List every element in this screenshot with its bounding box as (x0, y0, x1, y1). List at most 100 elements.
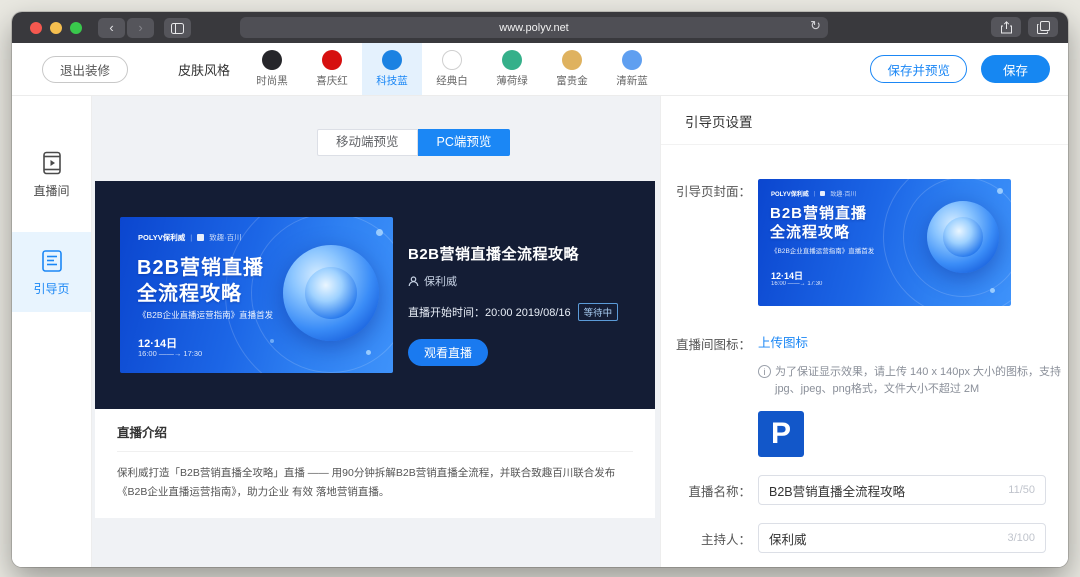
nav-item-label: 直播间 (33, 182, 69, 199)
address-bar[interactable]: www.polyv.net ↻ (240, 17, 828, 38)
banner-logos: POLYV保利威 | 致趣·百川 (138, 232, 242, 243)
watch-live-button[interactable]: 观看直播 (408, 339, 488, 366)
save-and-preview-button[interactable]: 保存并预览 (870, 55, 967, 83)
intro-body: 保利威打造「B2B营销直播全攻略」直播 —— 用90分钟拆解B2B营销直播全流程… (117, 464, 633, 502)
guide-cover-thumbnail[interactable]: POLYV保利威 | 致趣·百川 B2B营销直播 全流程攻略 《B2B企业直播运… (758, 179, 1011, 306)
polyv-logo: POLYV保利威 (138, 232, 185, 243)
swatch-mint-green[interactable]: 薄荷绿 (482, 43, 542, 95)
host-input[interactable]: 保利威 3/100 (758, 523, 1046, 553)
preview-hero: POLYV保利威 | 致趣·百川 B2B营销直播 全流程攻略 《B2B企业直播运… (95, 181, 655, 409)
tab-pc-preview[interactable]: PC端预览 (418, 129, 511, 156)
room-icon-label: 直播间图标： (661, 332, 751, 457)
url-text: www.polyv.net (499, 22, 569, 34)
swatch-color-dot (622, 50, 642, 70)
pc-preview-card: POLYV保利威 | 致趣·百川 B2B营销直播 全流程攻略 《B2B企业直播运… (95, 181, 655, 518)
room-icon-row: 直播间图标： 上传图标 i 为了保证显示效果，请上传 140 x 140px 大… (661, 332, 1068, 457)
zoom-window-button[interactable] (70, 22, 82, 34)
app-body: 直播间 引导页 移动端预览 PC端预览 (12, 96, 1068, 567)
stream-name-value: B2B营销直播全流程攻略 (769, 481, 1000, 500)
nav-item-guide-page[interactable]: 引导页 (12, 232, 91, 312)
swatch-label: 科技蓝 (376, 73, 408, 88)
reload-icon[interactable]: ↻ (810, 18, 821, 34)
banner-sphere-core (305, 267, 357, 319)
banner-title-line2: 全流程攻略 (770, 221, 850, 242)
banner-logos: POLYV保利威 | 致趣·百川 (771, 189, 856, 198)
intro-heading: 直播介绍 (117, 422, 633, 441)
browser-window: ‹ › www.polyv.net ↻ 退出装修 皮肤风格 时尚黑 (12, 12, 1068, 567)
partner-logo-icon (197, 234, 204, 241)
forward-button[interactable]: › (127, 18, 154, 38)
swatch-color-dot (262, 50, 282, 70)
nav-item-label: 引导页 (33, 280, 69, 297)
preview-device-tabs: 移动端预览 PC端预览 (317, 129, 510, 156)
preview-area: 移动端预览 PC端预览 POLYV保利威 | (92, 96, 660, 567)
banner-title-line2: 全流程攻略 (137, 277, 242, 306)
stream-name-counter: 11/50 (1008, 484, 1035, 496)
room-icon-preview: P (758, 411, 804, 457)
stream-info: B2B营销直播全流程攻略 保利威 直播开始时间：20:00 2019/08/16… (408, 243, 639, 366)
stream-start-row: 直播开始时间：20:00 2019/08/16 等待中 (408, 303, 639, 321)
swatch-color-dot (442, 50, 462, 70)
banner-subtitle: 《B2B企业直播运营指南》直播首发 (771, 245, 874, 255)
partner-logo: 致趣·百川 (830, 189, 856, 198)
traffic-lights (30, 22, 82, 34)
swatch-fresh-blue[interactable]: 清新蓝 (602, 43, 662, 95)
host-counter: 3/100 (1007, 532, 1035, 544)
polyv-logo: POLYV保利威 (771, 189, 809, 198)
stream-host-row: 保利威 (408, 273, 639, 289)
banner-dot (990, 288, 995, 293)
intro-divider (117, 451, 633, 452)
stream-title: B2B营销直播全流程攻略 (408, 243, 639, 264)
sidebar-toggle-icon[interactable] (164, 18, 191, 38)
stream-name-row: 直播名称： B2B营销直播全流程攻略 11/50 (661, 475, 1068, 505)
tabs-overview-icon[interactable] (1028, 17, 1058, 37)
guide-page-icon (39, 248, 65, 274)
swatch-tech-blue-selected[interactable]: 科技蓝 (362, 43, 422, 95)
share-icon[interactable] (991, 17, 1021, 37)
swatch-festive-red[interactable]: 喜庆红 (302, 43, 362, 95)
minimize-window-button[interactable] (50, 22, 62, 34)
swatch-color-dot (502, 50, 522, 70)
status-badge: 等待中 (578, 303, 619, 321)
guide-page-settings-panel: 引导页设置 引导页封面： POLYV保利威 (660, 96, 1068, 567)
banner-subtitle: 《B2B企业直播运营指南》直播首发 (138, 309, 273, 321)
swatch-label: 富贵金 (556, 73, 588, 88)
info-icon: i (758, 365, 771, 378)
stream-name-input[interactable]: B2B营销直播全流程攻略 11/50 (758, 475, 1046, 505)
logo-separator: | (190, 233, 192, 242)
swatch-fashion-black[interactable]: 时尚黑 (242, 43, 302, 95)
upload-hint-text: 为了保证显示效果，请上传 140 x 140px 大小的图标，支持jpg、jpe… (775, 364, 1066, 398)
banner-dot (366, 350, 371, 355)
banner-sphere-core (943, 217, 983, 257)
tab-mobile-preview[interactable]: 移动端预览 (317, 129, 418, 156)
exit-decoration-button[interactable]: 退出装修 (42, 56, 128, 83)
banner-time: 16:00 ——→ 17:30 (138, 349, 202, 358)
browser-titlebar: ‹ › www.polyv.net ↻ (12, 12, 1068, 43)
upload-icon-link[interactable]: 上传图标 (758, 336, 808, 350)
skin-style-label: 皮肤风格 (178, 60, 230, 79)
swatch-label: 清新蓝 (616, 73, 648, 88)
cover-banner: POLYV保利威 | 致趣·百川 B2B营销直播 全流程攻略 《B2B企业直播运… (758, 179, 1011, 306)
banner-dot (997, 188, 1003, 194)
close-window-button[interactable] (30, 22, 42, 34)
partner-logo-icon (820, 191, 825, 196)
decoration-toolbar: 退出装修 皮肤风格 时尚黑 喜庆红 科技蓝 经典白 薄荷绿 (12, 43, 1068, 96)
save-button[interactable]: 保存 (981, 55, 1050, 83)
swatch-classic-white[interactable]: 经典白 (422, 43, 482, 95)
banner-title-line1: B2B营销直播 (770, 202, 867, 223)
live-room-icon (39, 150, 65, 176)
host-value: 保利威 (769, 529, 999, 548)
swatch-color-dot (322, 50, 342, 70)
nav-item-live-room[interactable]: 直播间 (12, 134, 91, 214)
swatch-label: 时尚黑 (256, 73, 288, 88)
swatch-color-dot (562, 50, 582, 70)
titlebar-right-buttons (991, 17, 1058, 37)
swatch-color-dot (382, 50, 402, 70)
cover-label: 引导页封面： (661, 179, 751, 306)
back-button[interactable]: ‹ (98, 18, 125, 38)
swatch-rich-gold[interactable]: 富贵金 (542, 43, 602, 95)
banner-time: 16:00 ——→ 17:30 (771, 281, 822, 287)
person-icon (408, 276, 419, 287)
stream-name-label: 直播名称： (661, 481, 751, 500)
stream-intro-section: 直播介绍 保利威打造「B2B营销直播全攻略」直播 —— 用90分钟拆解B2B营销… (95, 409, 655, 518)
